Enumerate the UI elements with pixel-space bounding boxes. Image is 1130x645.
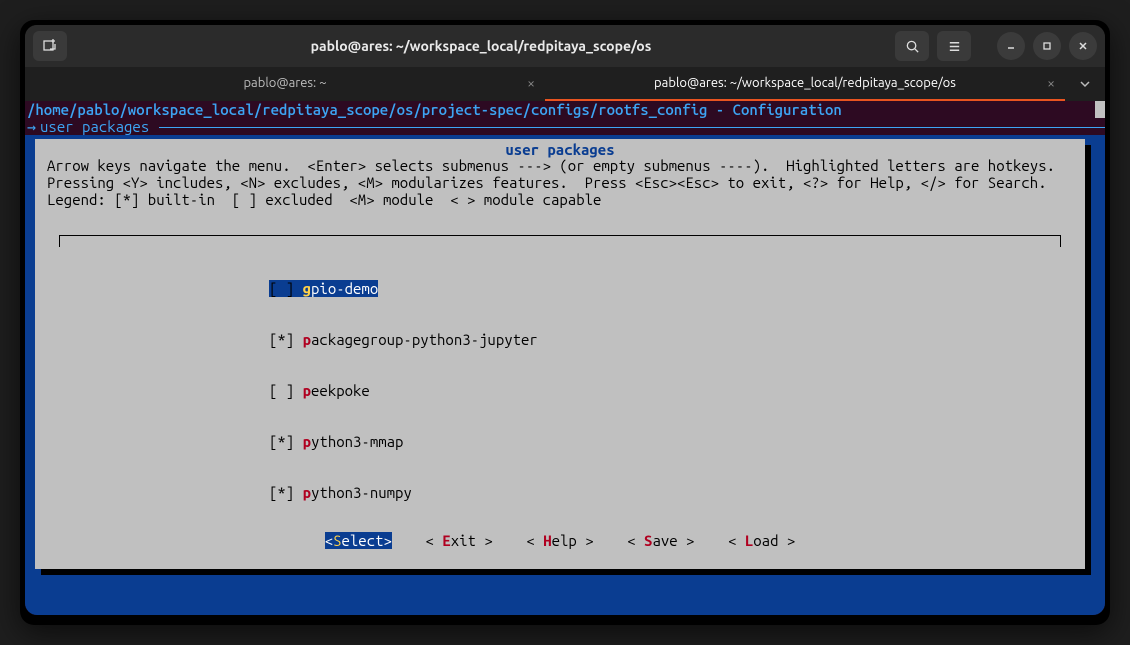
tab-0[interactable]: pablo@ares: ~ ×: [25, 67, 545, 101]
list-item[interactable]: [ ] gpio-demo: [269, 280, 1061, 297]
close-icon[interactable]: ×: [1047, 75, 1055, 91]
tab-1[interactable]: pablo@ares: ~/workspace_local/redpitaya_…: [545, 67, 1065, 101]
menuconfig-dialog: user packages Arrow keys navigate the me…: [35, 139, 1085, 569]
tab-label: pablo@ares: ~/workspace_local/redpitaya_…: [654, 76, 956, 90]
list-item[interactable]: [*] python3-numpy: [269, 484, 1061, 501]
help-button[interactable]: < Help >: [526, 532, 593, 549]
dialog-button-bar: <Select> < Exit > < Help > < Save > < Lo…: [35, 532, 1085, 549]
new-tab-button[interactable]: [33, 31, 67, 61]
close-button[interactable]: [1069, 32, 1097, 60]
terminal-window: pablo@ares: ~/workspace_local/redpitaya_…: [25, 25, 1105, 615]
window-title: pablo@ares: ~/workspace_local/redpitaya_…: [75, 38, 887, 54]
list-item[interactable]: [*] python3-mmap: [269, 433, 1061, 450]
scrollbar-thumb[interactable]: [1095, 101, 1105, 118]
titlebar: pablo@ares: ~/workspace_local/redpitaya_…: [25, 25, 1105, 67]
hamburger-menu-button[interactable]: [937, 31, 971, 61]
menuconfig-backdrop: user packages Arrow keys navigate the me…: [25, 135, 1105, 615]
load-button[interactable]: < Load >: [728, 532, 795, 549]
save-button[interactable]: < Save >: [627, 532, 694, 549]
tabs-dropdown-button[interactable]: [1065, 67, 1105, 101]
breadcrumb-label: user packages: [36, 118, 153, 135]
search-button[interactable]: [895, 31, 929, 61]
dialog-help-line3: Legend: [*] built-in [ ] excluded <M> mo…: [35, 191, 1085, 208]
options-list: [ ] gpio-demo [*] packagegroup-python3-j…: [59, 235, 1061, 505]
dialog-help-line2: Pressing <Y> includes, <N> excludes, <M>…: [35, 174, 1085, 191]
breadcrumb: → user packages: [25, 118, 1105, 135]
close-icon[interactable]: ×: [527, 75, 535, 91]
dialog-help-line1: Arrow keys navigate the menu. <Enter> se…: [35, 157, 1085, 174]
tab-bar: pablo@ares: ~ × pablo@ares: ~/workspace_…: [25, 67, 1105, 101]
maximize-button[interactable]: [1033, 32, 1061, 60]
list-item[interactable]: [*] packagegroup-python3-jupyter: [269, 331, 1061, 348]
tab-label: pablo@ares: ~: [243, 76, 326, 90]
select-button[interactable]: <Select>: [325, 532, 392, 549]
arrow-icon: →: [25, 118, 36, 135]
terminal-body[interactable]: /home/pablo/workspace_local/redpitaya_sc…: [25, 101, 1105, 615]
minimize-button[interactable]: [997, 32, 1025, 60]
dialog-title: user packages: [35, 139, 1085, 157]
list-item[interactable]: [ ] peekpoke: [269, 382, 1061, 399]
exit-button[interactable]: < Exit >: [426, 532, 493, 549]
config-path-line: /home/pablo/workspace_local/redpitaya_sc…: [25, 101, 1105, 118]
